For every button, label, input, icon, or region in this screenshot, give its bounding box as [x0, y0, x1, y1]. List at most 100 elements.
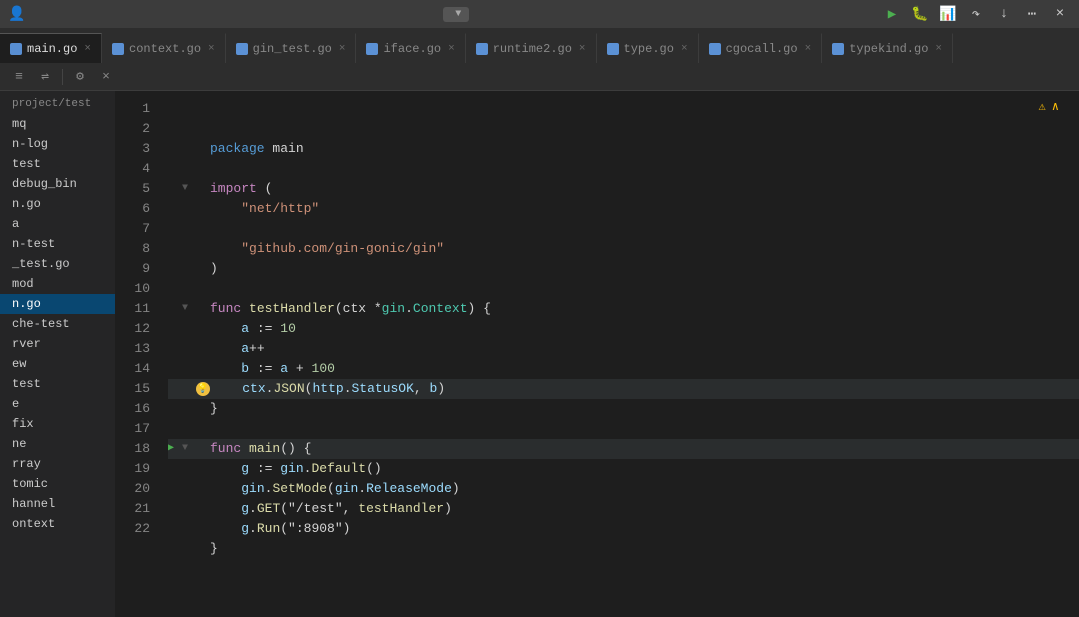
tab-close-button[interactable]: × [805, 43, 812, 55]
tab-label: main.go [27, 42, 77, 56]
tab-ifacego[interactable]: iface.go × [356, 33, 465, 63]
tab-label: runtime2.go [493, 42, 572, 56]
code-line-content: g.GET("/test", testHandler) [210, 499, 452, 519]
sidebar-item[interactable]: n-log [0, 134, 115, 154]
sidebar-item[interactable]: test [0, 154, 115, 174]
tab-runtime2go[interactable]: runtime2.go × [466, 33, 597, 63]
sidebar-item[interactable]: hannel [0, 494, 115, 514]
tab-close-button[interactable]: × [208, 43, 215, 55]
code-line [168, 159, 1079, 179]
sidebar-item[interactable]: test [0, 374, 115, 394]
tab-icon [832, 43, 844, 55]
code-line: a := 10 [168, 319, 1079, 339]
titlebar-center: ▼ [39, 7, 873, 22]
code-line: a++ [168, 339, 1079, 359]
run-config[interactable]: ▼ [443, 7, 469, 22]
sidebar-item[interactable]: ne [0, 434, 115, 454]
sidebar-item[interactable]: n-test [0, 234, 115, 254]
code-content[interactable]: package main▼import ( "net/http" "github… [160, 91, 1079, 617]
debug-button[interactable]: 🐛 [909, 3, 931, 25]
tab-typekindgo[interactable]: typekind.go × [822, 33, 953, 63]
sidebar-item[interactable]: rray [0, 454, 115, 474]
line-number: 12 [115, 319, 150, 339]
editor[interactable]: ⚠ ∧ 12345678910111213141516171819202122 … [115, 91, 1079, 617]
line-number: 13 [115, 339, 150, 359]
run-button[interactable]: ▶ [881, 3, 903, 25]
fold-indicator-icon[interactable]: ▼ [182, 299, 196, 319]
tab-close-button[interactable]: × [579, 43, 586, 55]
sidebar-item[interactable]: mod [0, 274, 115, 294]
tab-close-button[interactable]: × [681, 43, 688, 55]
tab-icon [476, 43, 488, 55]
sidebar-item[interactable]: che-test [0, 314, 115, 334]
step-over-button[interactable]: ↷ [965, 3, 987, 25]
tab-close-button[interactable]: × [84, 43, 91, 55]
code-line: ▼ func testHandler(ctx *gin.Context) { [168, 299, 1079, 319]
tab-label: cgocall.go [726, 42, 798, 56]
code-line-content: package main [210, 139, 304, 159]
titlebar-left: 👤 [8, 6, 31, 23]
sidebar-item[interactable]: a [0, 214, 115, 234]
fold-all-button[interactable]: ≡ [8, 66, 30, 88]
warning-chevron: ∧ [1052, 99, 1059, 114]
tab-typego[interactable]: type.go × [597, 33, 699, 63]
more-button[interactable]: ⋯ [1021, 3, 1043, 25]
tab-close-button[interactable]: × [448, 43, 455, 55]
settings-button[interactable]: ⚙ [69, 66, 91, 88]
sidebar-item[interactable]: fix [0, 414, 115, 434]
code-line-content: func testHandler(ctx *gin.Context) { [210, 299, 491, 319]
close-editor-button[interactable]: × [95, 66, 117, 88]
sidebar-item[interactable]: rver [0, 334, 115, 354]
line-number: 16 [115, 399, 150, 419]
code-line: g := gin.Default() [168, 459, 1079, 479]
code-line: b := a + 100 [168, 359, 1079, 379]
code-line: gin.SetMode(gin.ReleaseMode) [168, 479, 1079, 499]
tab-label: type.go [624, 42, 674, 56]
sidebar-item[interactable]: mq [0, 114, 115, 134]
tab-gin_testgo[interactable]: gin_test.go × [226, 33, 357, 63]
line-numbers: 12345678910111213141516171819202122 [115, 91, 160, 617]
code-line: ▶▼func main() { [168, 439, 1079, 459]
sidebar-item[interactable]: ew [0, 354, 115, 374]
dropdown-arrow-icon: ▼ [455, 9, 461, 20]
sidebar-item[interactable]: debug_bin [0, 174, 115, 194]
tab-label: typekind.go [849, 42, 928, 56]
warning-icon: ⚠ [1039, 99, 1046, 114]
step-into-button[interactable]: ↓ [993, 3, 1015, 25]
sidebar-item[interactable]: n.go [0, 294, 115, 314]
close-window-button[interactable]: × [1049, 3, 1071, 25]
sidebar-item[interactable]: ontext [0, 514, 115, 534]
tab-close-button[interactable]: × [339, 43, 346, 55]
run-indicator-icon: ▶ [168, 439, 182, 459]
line-number: 6 [115, 199, 150, 219]
line-number: 14 [115, 359, 150, 379]
sidebar-item[interactable]: n.go [0, 194, 115, 214]
code-line-content: a := 10 [210, 319, 296, 339]
main-area: project/test mqn-logtestdebug_binn.goan-… [0, 91, 1079, 617]
tabbar: main.go × context.go × gin_test.go × ifa… [0, 28, 1079, 63]
unfold-button[interactable]: ⇌ [34, 66, 56, 88]
line-number: 7 [115, 219, 150, 239]
tab-contextgo[interactable]: context.go × [102, 33, 226, 63]
line-number: 17 [115, 419, 150, 439]
sidebar-item[interactable]: _test.go [0, 254, 115, 274]
hint-icon[interactable]: 💡 [196, 382, 210, 396]
tab-cgocallgo[interactable]: cgocall.go × [699, 33, 823, 63]
sidebar-item[interactable]: tomic [0, 474, 115, 494]
line-number: 8 [115, 239, 150, 259]
tab-maingo[interactable]: main.go × [0, 33, 102, 63]
sidebar-item[interactable]: e [0, 394, 115, 414]
line-number: 9 [115, 259, 150, 279]
toolbar-separator [62, 69, 63, 85]
user-icon: 👤 [8, 6, 25, 23]
fold-indicator-icon[interactable]: ▼ [182, 179, 196, 199]
profile-button[interactable]: 📊 [937, 3, 959, 25]
tab-label: gin_test.go [253, 42, 332, 56]
warning-badge: ⚠ ∧ [1039, 99, 1059, 114]
fold-indicator-icon[interactable]: ▼ [182, 439, 196, 459]
code-line: } [168, 399, 1079, 419]
code-line: package main [168, 139, 1079, 159]
code-line [168, 559, 1079, 579]
code-line-content: ctx.JSON(http.StatusOK, b) [211, 379, 445, 399]
tab-close-button[interactable]: × [935, 43, 942, 55]
